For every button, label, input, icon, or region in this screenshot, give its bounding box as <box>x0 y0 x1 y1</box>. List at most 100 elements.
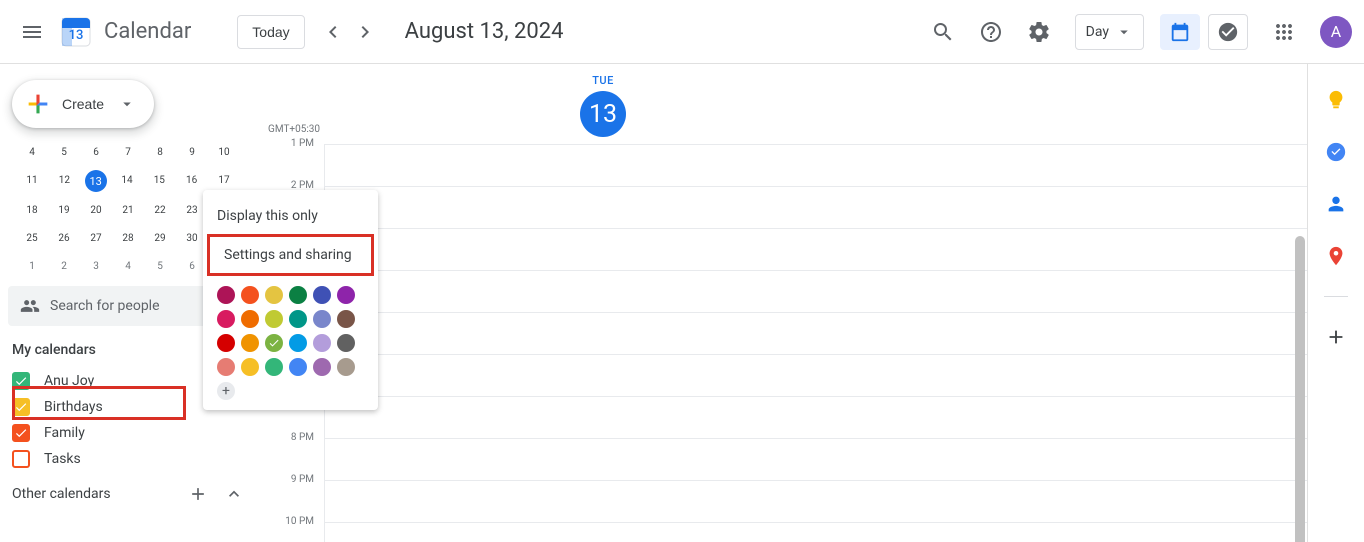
create-button[interactable]: Create <box>12 80 154 128</box>
mini-cal-day[interactable]: 13 <box>85 170 107 192</box>
color-swatch[interactable] <box>241 286 259 304</box>
mini-cal-day[interactable]: 10 <box>212 142 236 162</box>
mini-cal-day[interactable]: 29 <box>148 228 172 248</box>
color-swatch[interactable] <box>241 358 259 376</box>
mini-cal-day[interactable]: 4 <box>20 142 44 162</box>
mini-cal-day[interactable]: 21 <box>116 200 140 220</box>
other-calendars-title[interactable]: Other calendars <box>12 486 111 502</box>
contacts-button[interactable] <box>1324 192 1348 216</box>
settings-sharing-option[interactable]: Settings and sharing <box>207 234 374 276</box>
next-period-button[interactable] <box>349 16 381 48</box>
color-swatch[interactable] <box>217 334 235 352</box>
mini-cal-day[interactable]: 30 <box>180 228 204 248</box>
color-swatch[interactable] <box>337 310 355 328</box>
tasks-button[interactable] <box>1324 140 1348 164</box>
mini-cal-day[interactable]: 3 <box>84 256 108 276</box>
prev-period-button[interactable] <box>317 16 349 48</box>
color-swatch[interactable] <box>313 358 331 376</box>
color-swatch[interactable] <box>241 310 259 328</box>
hour-row[interactable]: 2 PM <box>324 186 1307 228</box>
view-selector[interactable]: Day <box>1075 14 1144 50</box>
color-swatch[interactable] <box>337 334 355 352</box>
mini-cal-day[interactable]: 7 <box>116 142 140 162</box>
mini-cal-day[interactable]: 4 <box>116 256 140 276</box>
color-swatch[interactable] <box>289 334 307 352</box>
tasks-view-button[interactable] <box>1208 14 1248 50</box>
mini-cal-day[interactable]: 25 <box>20 228 44 248</box>
mini-cal-day[interactable]: 19 <box>52 200 76 220</box>
add-custom-color-button[interactable]: + <box>217 382 235 400</box>
collapse-other-calendars-button[interactable] <box>224 484 244 504</box>
support-button[interactable] <box>971 12 1011 52</box>
color-swatch[interactable] <box>217 358 235 376</box>
hour-row[interactable]: 5 PM <box>324 312 1307 354</box>
google-apps-button[interactable] <box>1264 12 1304 52</box>
mini-cal-day[interactable]: 16 <box>180 170 204 190</box>
color-swatch[interactable] <box>337 358 355 376</box>
calendar-checkbox[interactable] <box>12 450 30 468</box>
hour-row[interactable]: 6 PM <box>324 354 1307 396</box>
mini-cal-day[interactable]: 6 <box>84 142 108 162</box>
mini-cal-day[interactable]: 23 <box>180 200 204 220</box>
keep-button[interactable] <box>1324 88 1348 112</box>
calendar-checkbox[interactable] <box>12 424 30 442</box>
mini-cal-day[interactable]: 22 <box>148 200 172 220</box>
calendar-checkbox[interactable] <box>12 398 30 416</box>
color-swatch[interactable] <box>217 286 235 304</box>
mini-cal-day[interactable]: 26 <box>52 228 76 248</box>
hour-row[interactable]: 3 PM <box>324 228 1307 270</box>
hour-row[interactable]: 7 PM <box>324 396 1307 438</box>
current-date-title[interactable]: August 13, 2024 <box>405 19 923 44</box>
color-swatch[interactable] <box>265 358 283 376</box>
color-swatch[interactable] <box>337 286 355 304</box>
hour-row[interactable]: 4 PM <box>324 270 1307 312</box>
scrollbar-thumb[interactable] <box>1295 236 1305 542</box>
mini-cal-day[interactable]: 17 <box>212 170 236 190</box>
search-button[interactable] <box>923 12 963 52</box>
calendar-view-button[interactable] <box>1160 14 1200 50</box>
mini-cal-day[interactable]: 18 <box>20 200 44 220</box>
color-swatch[interactable] <box>265 310 283 328</box>
color-swatch[interactable] <box>265 334 283 352</box>
mini-cal-day[interactable]: 2 <box>52 256 76 276</box>
settings-button[interactable] <box>1019 12 1059 52</box>
scrollbar[interactable] <box>1293 144 1307 542</box>
color-swatch[interactable] <box>217 310 235 328</box>
calendar-list-item[interactable]: Tasks <box>8 446 248 472</box>
mini-cal-day[interactable]: 12 <box>52 170 76 190</box>
mini-cal-day[interactable]: 20 <box>84 200 108 220</box>
color-swatch[interactable] <box>265 286 283 304</box>
mini-cal-day[interactable]: 28 <box>116 228 140 248</box>
account-avatar[interactable]: A <box>1320 16 1352 48</box>
color-swatch[interactable] <box>241 334 259 352</box>
mini-cal-day[interactable]: 9 <box>180 142 204 162</box>
day-header[interactable]: TUE 13 <box>580 74 626 137</box>
color-swatch[interactable] <box>313 334 331 352</box>
color-swatch[interactable] <box>313 286 331 304</box>
mini-cal-day[interactable]: 11 <box>20 170 44 190</box>
hour-row[interactable]: 1 PM <box>324 144 1307 186</box>
main-menu-button[interactable] <box>8 8 56 56</box>
color-swatch[interactable] <box>289 310 307 328</box>
color-swatch[interactable] <box>313 310 331 328</box>
mini-cal-day[interactable]: 15 <box>147 170 171 190</box>
today-button[interactable]: Today <box>237 15 304 49</box>
hour-row[interactable]: 8 PM <box>324 438 1307 480</box>
mini-cal-day[interactable]: 6 <box>180 256 204 276</box>
get-addons-button[interactable] <box>1324 325 1348 349</box>
color-swatch[interactable] <box>289 358 307 376</box>
mini-cal-day[interactable]: 5 <box>148 256 172 276</box>
mini-cal-day[interactable]: 14 <box>115 170 139 190</box>
mini-cal-day[interactable]: 27 <box>84 228 108 248</box>
mini-cal-day[interactable]: 8 <box>148 142 172 162</box>
mini-cal-day[interactable]: 5 <box>52 142 76 162</box>
hour-row[interactable]: 10 PM <box>324 522 1307 542</box>
display-only-option[interactable]: Display this only <box>203 198 378 234</box>
calendar-list-item[interactable]: Family <box>8 420 248 446</box>
color-swatch[interactable] <box>289 286 307 304</box>
mini-cal-day[interactable]: 1 <box>20 256 44 276</box>
calendar-checkbox[interactable] <box>12 372 30 390</box>
hour-grid[interactable]: 1 PM2 PM3 PM4 PM5 PM6 PM7 PM8 PM9 PM10 P… <box>324 144 1307 542</box>
add-calendar-button[interactable] <box>188 484 208 504</box>
maps-button[interactable] <box>1324 244 1348 268</box>
